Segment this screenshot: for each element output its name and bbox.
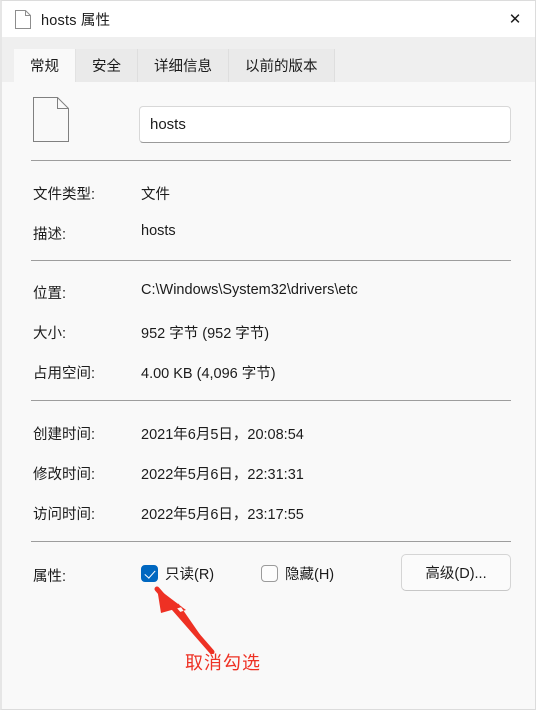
row-file-type: 文件类型: 文件 [3,183,535,203]
attributes-label: 属性: [33,569,67,585]
size-value: 952 字节 (952 字节) [141,326,270,342]
row-size-on-disk: 占用空间: 4.00 KB (4,096 字节) [3,362,535,382]
file-icon [15,9,31,29]
modified-label: 修改时间: [33,467,96,483]
accessed-label: 访问时间: [33,507,96,523]
created-value: 2021年6月5日，20:08:54 [141,427,304,443]
close-icon[interactable]: ✕ [492,1,535,37]
filename-input[interactable] [139,106,511,143]
attributes-row: 属性: 只读(R) 隐藏(H) 高级(D)... [3,554,535,593]
divider [31,160,511,161]
hidden-checkbox[interactable]: 隐藏(H) [261,563,334,583]
tab-security[interactable]: 安全 [76,49,138,82]
row-accessed: 访问时间: 2022年5月6日，23:17:55 [3,503,535,523]
file-type-label: 文件类型: [33,187,96,203]
size-label: 大小: [33,326,67,342]
file-icon [33,97,69,142]
close-glyph: ✕ [508,10,522,28]
advanced-button[interactable]: 高级(D)... [401,554,511,591]
tab-general[interactable]: 常规 [14,49,76,82]
location-label: 位置: [33,286,67,302]
tab-previous-versions[interactable]: 以前的版本 [229,49,335,82]
row-description: 描述: hosts [3,223,535,243]
readonly-label: 只读(R) [165,566,215,583]
divider [31,541,511,542]
size-on-disk-label: 占用空间: [33,366,96,382]
titlebar: hosts 属性 ✕ [2,1,535,37]
created-label: 创建时间: [33,427,96,443]
window-title: hosts 属性 [41,12,111,29]
hidden-label: 隐藏(H) [285,566,335,583]
row-size: 大小: 952 字节 (952 字节) [3,322,535,342]
file-type-value: 文件 [141,187,170,203]
tab-details[interactable]: 详细信息 [138,49,229,82]
general-tab-panel: 文件类型: 文件 描述: hosts 位置: C:\Windows\System… [3,82,535,709]
size-on-disk-value: 4.00 KB (4,096 字节) [141,366,276,382]
checkbox-box-unchecked [261,564,278,582]
row-created: 创建时间: 2021年6月5日，20:08:54 [3,423,535,443]
accessed-value: 2022年5月6日，23:17:55 [141,507,304,523]
readonly-checkbox[interactable]: 只读(R) [141,563,214,583]
modified-value: 2022年5月6日，22:31:31 [141,467,304,483]
row-modified: 修改时间: 2022年5月6日，22:31:31 [3,463,535,483]
file-properties-window: hosts 属性 ✕ 常规 安全 详细信息 以前的版本 文件类型: 文件 描述:… [0,0,536,710]
location-value: C:\Windows\System32\drivers\etc [141,282,358,298]
description-label: 描述: [33,227,67,243]
checkbox-box-checked [141,564,158,582]
divider [31,400,511,401]
divider [31,260,511,261]
annotation-text: 取消勾选 [185,653,261,673]
row-location: 位置: C:\Windows\System32\drivers\etc [3,282,535,302]
tab-bar: 常规 安全 详细信息 以前的版本 [2,37,535,82]
description-value: hosts [141,223,176,239]
